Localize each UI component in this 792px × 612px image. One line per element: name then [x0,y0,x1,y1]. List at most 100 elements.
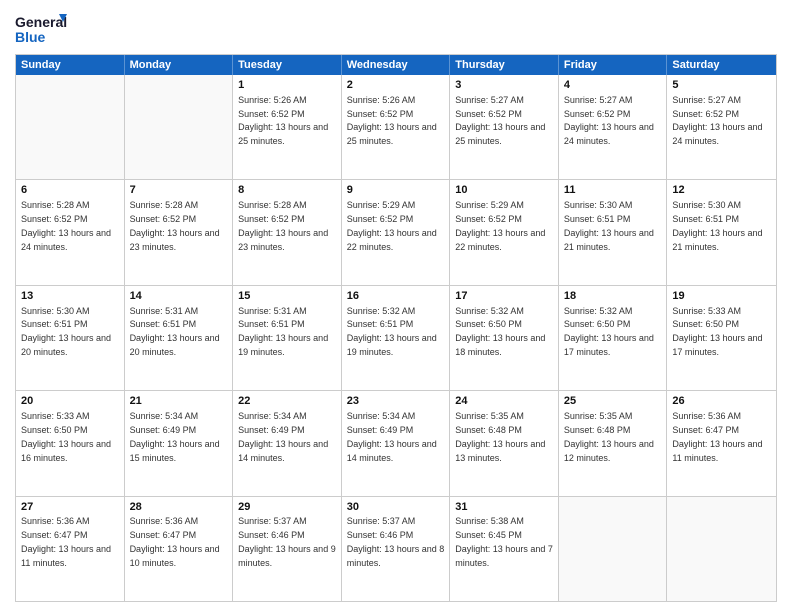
week-row-1: 1 Sunrise: 5:26 AMSunset: 6:52 PMDaylight… [16,75,776,180]
day-cell-25: 25Sunrise: 5:35 AMSunset: 6:48 PMDayligh… [559,391,668,495]
day-number: 19 [672,289,771,304]
cell-info: Sunrise: 5:37 AMSunset: 6:46 PMDaylight:… [238,516,336,567]
empty-cell [667,497,776,601]
day-cell-27: 27Sunrise: 5:36 AMSunset: 6:47 PMDayligh… [16,497,125,601]
day-number: 27 [21,500,119,515]
cell-info: Sunrise: 5:34 AMSunset: 6:49 PMDaylight:… [238,411,328,462]
cell-info: Sunrise: 5:30 AMSunset: 6:51 PMDaylight:… [672,200,762,251]
day-number: 4 [564,78,662,93]
cell-info: Sunrise: 5:32 AMSunset: 6:50 PMDaylight:… [564,306,654,357]
cell-info: Sunrise: 5:28 AMSunset: 6:52 PMDaylight:… [21,200,111,251]
cell-info: Sunrise: 5:28 AMSunset: 6:52 PMDaylight:… [130,200,220,251]
day-number: 13 [21,289,119,304]
cell-info: Sunrise: 5:33 AMSunset: 6:50 PMDaylight:… [21,411,111,462]
day-number: 18 [564,289,662,304]
header-day-saturday: Saturday [667,55,776,75]
header-day-tuesday: Tuesday [233,55,342,75]
cell-info: Sunrise: 5:32 AMSunset: 6:50 PMDaylight:… [455,306,545,357]
svg-text:Blue: Blue [15,29,46,45]
day-number: 15 [238,289,336,304]
day-number: 11 [564,183,662,198]
calendar: SundayMondayTuesdayWednesdayThursdayFrid… [15,54,777,602]
cell-info: Sunrise: 5:36 AMSunset: 6:47 PMDaylight:… [21,516,111,567]
day-cell-23: 23 Sunrise: 5:34 AMSunset: 6:49 PMDayligh… [342,391,451,495]
cell-info: Sunrise: 5:36 AMSunset: 6:47 PMDaylight:… [672,411,762,462]
header-day-thursday: Thursday [450,55,559,75]
day-number: 24 [455,394,553,409]
day-cell-30: 30Sunrise: 5:37 AMSunset: 6:46 PMDayligh… [342,497,451,601]
logo: General Blue [15,10,70,48]
cell-info: Sunrise: 5:26 AMSunset: 6:52 PMDaylight:… [347,95,437,146]
day-cell-15: 15 Sunrise: 5:31 AMSunset: 6:51 PMDayligh… [233,286,342,390]
day-number: 3 [455,78,553,93]
header-day-wednesday: Wednesday [342,55,451,75]
day-cell-31: 31Sunrise: 5:38 AMSunset: 6:45 PMDayligh… [450,497,559,601]
cell-info: Sunrise: 5:38 AMSunset: 6:45 PMDaylight:… [455,516,553,567]
day-cell-26: 26 Sunrise: 5:36 AMSunset: 6:47 PMDayligh… [667,391,776,495]
day-number: 14 [130,289,228,304]
day-cell-10: 10 Sunrise: 5:29 AMSunset: 6:52 PMDayligh… [450,180,559,284]
day-cell-5: 5 Sunrise: 5:27 AMSunset: 6:52 PMDaylight… [667,75,776,179]
empty-cell [125,75,234,179]
day-number: 20 [21,394,119,409]
day-cell-21: 21 Sunrise: 5:34 AMSunset: 6:49 PMDayligh… [125,391,234,495]
day-number: 31 [455,500,553,515]
day-number: 28 [130,500,228,515]
day-number: 9 [347,183,445,198]
day-number: 29 [238,500,336,515]
day-cell-22: 22Sunrise: 5:34 AMSunset: 6:49 PMDayligh… [233,391,342,495]
day-cell-29: 29Sunrise: 5:37 AMSunset: 6:46 PMDayligh… [233,497,342,601]
calendar-header: SundayMondayTuesdayWednesdayThursdayFrid… [16,55,776,75]
day-number: 23 [347,394,445,409]
cell-info: Sunrise: 5:27 AMSunset: 6:52 PMDaylight:… [564,95,654,146]
cell-info: Sunrise: 5:35 AMSunset: 6:48 PMDaylight:… [455,411,545,462]
cell-info: Sunrise: 5:27 AMSunset: 6:52 PMDaylight:… [455,95,545,146]
day-cell-12: 12 Sunrise: 5:30 AMSunset: 6:51 PMDayligh… [667,180,776,284]
week-row-3: 13 Sunrise: 5:30 AMSunset: 6:51 PMDayligh… [16,286,776,391]
day-number: 6 [21,183,119,198]
day-number: 1 [238,78,336,93]
day-number: 8 [238,183,336,198]
day-number: 16 [347,289,445,304]
week-row-2: 6 Sunrise: 5:28 AMSunset: 6:52 PMDaylight… [16,180,776,285]
day-cell-11: 11 Sunrise: 5:30 AMSunset: 6:51 PMDayligh… [559,180,668,284]
day-cell-8: 8 Sunrise: 5:28 AMSunset: 6:52 PMDaylight… [233,180,342,284]
calendar-body: 1 Sunrise: 5:26 AMSunset: 6:52 PMDaylight… [16,75,776,601]
day-cell-24: 24 Sunrise: 5:35 AMSunset: 6:48 PMDayligh… [450,391,559,495]
day-cell-9: 9 Sunrise: 5:29 AMSunset: 6:52 PMDaylight… [342,180,451,284]
day-number: 10 [455,183,553,198]
empty-cell [559,497,668,601]
page: General Blue SundayMondayTuesdayWednesda… [0,0,792,612]
week-row-5: 27Sunrise: 5:36 AMSunset: 6:47 PMDayligh… [16,497,776,601]
day-number: 30 [347,500,445,515]
cell-info: Sunrise: 5:27 AMSunset: 6:52 PMDaylight:… [672,95,762,146]
cell-info: Sunrise: 5:29 AMSunset: 6:52 PMDaylight:… [455,200,545,251]
day-cell-3: 3 Sunrise: 5:27 AMSunset: 6:52 PMDaylight… [450,75,559,179]
cell-info: Sunrise: 5:37 AMSunset: 6:46 PMDaylight:… [347,516,445,567]
day-number: 26 [672,394,771,409]
cell-info: Sunrise: 5:32 AMSunset: 6:51 PMDaylight:… [347,306,437,357]
day-cell-28: 28Sunrise: 5:36 AMSunset: 6:47 PMDayligh… [125,497,234,601]
cell-info: Sunrise: 5:30 AMSunset: 6:51 PMDaylight:… [21,306,111,357]
header-day-monday: Monday [125,55,234,75]
day-cell-20: 20 Sunrise: 5:33 AMSunset: 6:50 PMDayligh… [16,391,125,495]
cell-info: Sunrise: 5:31 AMSunset: 6:51 PMDaylight:… [238,306,328,357]
cell-info: Sunrise: 5:34 AMSunset: 6:49 PMDaylight:… [347,411,437,462]
header-day-sunday: Sunday [16,55,125,75]
day-number: 21 [130,394,228,409]
day-cell-16: 16 Sunrise: 5:32 AMSunset: 6:51 PMDayligh… [342,286,451,390]
cell-info: Sunrise: 5:31 AMSunset: 6:51 PMDaylight:… [130,306,220,357]
day-cell-6: 6 Sunrise: 5:28 AMSunset: 6:52 PMDaylight… [16,180,125,284]
day-cell-1: 1 Sunrise: 5:26 AMSunset: 6:52 PMDaylight… [233,75,342,179]
cell-info: Sunrise: 5:34 AMSunset: 6:49 PMDaylight:… [130,411,220,462]
cell-info: Sunrise: 5:29 AMSunset: 6:52 PMDaylight:… [347,200,437,251]
cell-info: Sunrise: 5:33 AMSunset: 6:50 PMDaylight:… [672,306,762,357]
day-number: 12 [672,183,771,198]
day-number: 7 [130,183,228,198]
cell-info: Sunrise: 5:26 AMSunset: 6:52 PMDaylight:… [238,95,328,146]
cell-info: Sunrise: 5:30 AMSunset: 6:51 PMDaylight:… [564,200,654,251]
day-number: 5 [672,78,771,93]
cell-info: Sunrise: 5:28 AMSunset: 6:52 PMDaylight:… [238,200,328,251]
day-cell-7: 7 Sunrise: 5:28 AMSunset: 6:52 PMDaylight… [125,180,234,284]
day-cell-14: 14 Sunrise: 5:31 AMSunset: 6:51 PMDayligh… [125,286,234,390]
